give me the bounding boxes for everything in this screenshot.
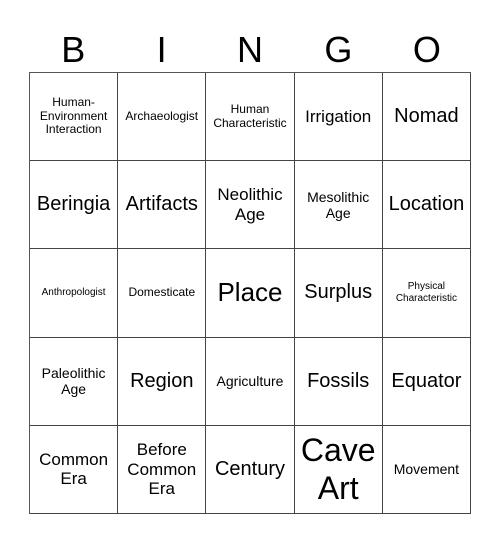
bingo-grid: Human- Environment Interaction Archaeologi… <box>29 72 471 514</box>
bingo-cell[interactable]: Mesolithic Age <box>294 161 383 250</box>
bingo-cell[interactable]: Region <box>118 337 207 426</box>
bingo-cell[interactable]: Human Characteristic <box>206 73 295 162</box>
header-letter-i: I <box>156 29 167 70</box>
bingo-cell[interactable]: Place <box>206 249 295 338</box>
bingo-header: B I N G O <box>29 28 471 72</box>
bingo-cell[interactable]: Artifacts <box>118 161 207 250</box>
bingo-cell[interactable]: Fossils <box>294 337 383 426</box>
bingo-cell[interactable]: Beringia <box>30 161 119 250</box>
bingo-cell[interactable]: Common Era <box>30 425 119 514</box>
bingo-cell[interactable]: Surplus <box>294 249 383 338</box>
bingo-cell[interactable]: Human- Environment Interaction <box>30 73 119 162</box>
bingo-cell[interactable]: Archaeologist <box>118 73 207 162</box>
bingo-cell[interactable]: Nomad <box>382 73 471 162</box>
bingo-cell[interactable]: Agriculture <box>206 337 295 426</box>
header-letter-g: G <box>324 29 353 70</box>
bingo-cell[interactable]: Physical Characteristic <box>382 249 471 338</box>
bingo-cell[interactable]: Movement <box>382 425 471 514</box>
header-letter-n: N <box>237 29 264 70</box>
bingo-cell[interactable]: Neolithic Age <box>206 161 295 250</box>
bingo-cell[interactable]: Anthropologist <box>30 249 119 338</box>
bingo-cell[interactable]: Equator <box>382 337 471 426</box>
bingo-cell[interactable]: Paleolithic Age <box>30 337 119 426</box>
bingo-cell[interactable]: Century <box>206 425 295 514</box>
bingo-cell[interactable]: Location <box>382 161 471 250</box>
bingo-cell[interactable]: Cave Art <box>294 425 383 514</box>
bingo-cell[interactable]: Domesticate <box>118 249 207 338</box>
header-letter-b: B <box>61 29 86 70</box>
header-letter-o: O <box>412 29 441 70</box>
bingo-cell[interactable]: Before Common Era <box>118 425 207 514</box>
bingo-cell[interactable]: Irrigation <box>294 73 383 162</box>
